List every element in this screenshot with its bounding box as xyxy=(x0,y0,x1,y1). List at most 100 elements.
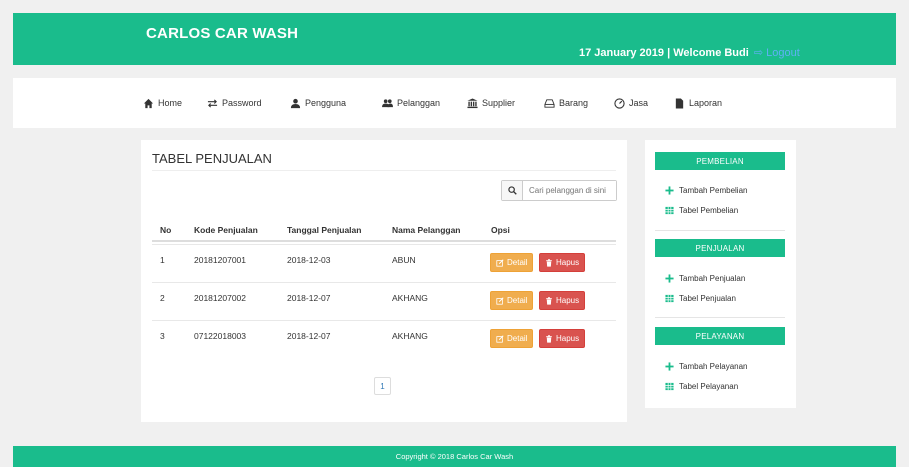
table-row: 3 07122018003 2018-12-07 AKHANG Detail H… xyxy=(152,320,616,358)
hapus-label: Hapus xyxy=(556,334,580,343)
sidebar-link-tambah-penjualan[interactable]: Tambah Penjualan xyxy=(665,274,745,283)
sidebar-link-label: Tabel Pembelian xyxy=(679,206,739,215)
table-header: No Kode Penjualan Tanggal Penjualan Nama… xyxy=(152,214,616,242)
nav-barang[interactable]: Barang xyxy=(544,78,588,128)
top-header: CARLOS CAR WASH 17 January 2019 | Welcom… xyxy=(13,13,896,65)
dashboard-icon xyxy=(614,97,625,109)
cell-nama: AKHANG xyxy=(392,293,428,303)
sidebar-link-tabel-penjualan[interactable]: Tabel Penjualan xyxy=(665,294,736,303)
sidebar-link-label: Tambah Pelayanan xyxy=(679,362,748,371)
sidebar-divider xyxy=(655,317,785,318)
plus-icon xyxy=(665,274,674,283)
column-header-no: No xyxy=(160,225,172,235)
bank-icon xyxy=(467,97,478,108)
sidebar: PEMBELIAN Tambah Pembelian Tabel Pembeli… xyxy=(645,140,796,408)
table-icon xyxy=(665,206,674,215)
sidebar-heading-pembelian: PEMBELIAN xyxy=(655,152,785,170)
sidebar-link-tabel-pembelian[interactable]: Tabel Pembelian xyxy=(665,206,738,215)
hapus-label: Hapus xyxy=(556,258,580,267)
column-header-tanggal: Tanggal Penjualan xyxy=(287,225,362,235)
detail-label: Detail xyxy=(507,258,528,267)
sidebar-heading-penjualan: PENJUALAN xyxy=(655,239,785,257)
nav-pengguna[interactable]: Pengguna xyxy=(290,78,346,128)
sidebar-link-tambah-pelayanan[interactable]: Tambah Pelayanan xyxy=(665,362,748,371)
search-group xyxy=(501,180,617,201)
cell-kode: 07122018003 xyxy=(194,331,247,341)
nav-pelanggan[interactable]: Pelanggan xyxy=(382,78,440,128)
search-input[interactable] xyxy=(523,181,616,200)
edit-icon xyxy=(496,296,504,305)
title-divider xyxy=(152,170,616,171)
home-icon xyxy=(143,98,154,108)
sidebar-link-label: Tambah Pembelian xyxy=(679,186,748,195)
main-navbar: Home Password Pengguna Pelanggan Supplie… xyxy=(13,78,896,128)
header-status: 17 January 2019 | Welcome Budi ⇨ Logout xyxy=(579,46,800,59)
copyright-text: Copyright © 2018 Carlos Car Wash xyxy=(395,452,514,461)
nav-label: Pelanggan xyxy=(397,98,441,108)
table-icon xyxy=(665,382,674,391)
sidebar-link-label: Tabel Penjualan xyxy=(679,294,736,303)
nav-label: Barang xyxy=(559,98,589,108)
nav-home[interactable]: Home xyxy=(143,78,182,128)
nav-label: Password xyxy=(222,98,262,108)
cell-nama: AKHANG xyxy=(392,331,428,341)
trash-icon xyxy=(546,258,552,267)
edit-icon xyxy=(496,334,504,343)
exchange-icon xyxy=(207,98,218,108)
cell-no: 2 xyxy=(160,293,165,303)
detail-label: Detail xyxy=(507,296,528,305)
detail-button[interactable]: Detail xyxy=(490,291,534,310)
plus-icon xyxy=(665,362,674,371)
column-header-nama: Nama Pelanggan xyxy=(392,225,461,235)
search-button[interactable] xyxy=(502,181,523,200)
hapus-button[interactable]: Hapus xyxy=(539,291,586,310)
table-row: 1 20181207001 2018-12-03 ABUN Detail Hap… xyxy=(152,244,616,282)
nav-supplier[interactable]: Supplier xyxy=(467,78,515,128)
sales-table-panel: TABEL PENJUALAN No Kode Penjualan Tangga… xyxy=(141,140,627,422)
sidebar-link-tambah-pembelian[interactable]: Tambah Pembelian xyxy=(665,186,747,195)
nav-laporan[interactable]: Laporan xyxy=(674,78,722,128)
file-icon xyxy=(675,97,684,109)
hapus-button[interactable]: Hapus xyxy=(539,253,586,272)
cell-kode: 20181207002 xyxy=(194,293,247,303)
nav-label: Supplier xyxy=(482,98,516,108)
nav-jasa[interactable]: Jasa xyxy=(614,78,648,128)
logout-icon[interactable]: ⇨ xyxy=(754,47,763,59)
pagination-page-1[interactable]: 1 xyxy=(374,377,391,395)
sidebar-link-label: Tabel Pelayanan xyxy=(679,382,739,391)
page-title: TABEL PENJUALAN xyxy=(152,151,272,166)
search-icon xyxy=(507,186,517,195)
footer: Copyright © 2018 Carlos Car Wash xyxy=(13,446,896,467)
column-header-opsi: Opsi xyxy=(491,225,510,235)
cell-no: 1 xyxy=(160,255,165,265)
sidebar-divider xyxy=(655,230,785,231)
sidebar-link-tabel-pelayanan[interactable]: Tabel Pelayanan xyxy=(665,382,738,391)
detail-label: Detail xyxy=(507,334,528,343)
user-icon xyxy=(290,98,301,108)
nav-password[interactable]: Password xyxy=(207,78,262,128)
table-row: 2 20181207002 2018-12-07 AKHANG Detail H… xyxy=(152,282,616,320)
edit-icon xyxy=(496,258,504,267)
cell-tanggal: 2018-12-07 xyxy=(287,331,331,341)
logout-link[interactable]: Logout xyxy=(766,47,800,59)
plus-icon xyxy=(665,186,674,195)
sidebar-heading-pelayanan: PELAYANAN xyxy=(655,327,785,345)
cell-kode: 20181207001 xyxy=(194,255,247,265)
brand-title[interactable]: CARLOS CAR WASH xyxy=(146,25,298,42)
hdd-icon xyxy=(544,98,555,108)
detail-button[interactable]: Detail xyxy=(490,253,534,272)
hapus-button[interactable]: Hapus xyxy=(539,329,586,348)
welcome-text: Welcome Budi xyxy=(673,47,749,59)
users-icon xyxy=(382,98,393,107)
sidebar-link-label: Tambah Penjualan xyxy=(679,274,746,283)
hapus-label: Hapus xyxy=(556,296,580,305)
cell-tanggal: 2018-12-07 xyxy=(287,293,331,303)
detail-button[interactable]: Detail xyxy=(490,329,534,348)
trash-icon xyxy=(546,334,552,343)
column-header-kode: Kode Penjualan xyxy=(194,225,258,235)
nav-label: Laporan xyxy=(689,98,723,108)
cell-nama: ABUN xyxy=(392,255,416,265)
cell-tanggal: 2018-12-03 xyxy=(287,255,331,265)
current-date: 17 January 2019 xyxy=(579,47,665,59)
header-separator: | xyxy=(664,47,674,59)
